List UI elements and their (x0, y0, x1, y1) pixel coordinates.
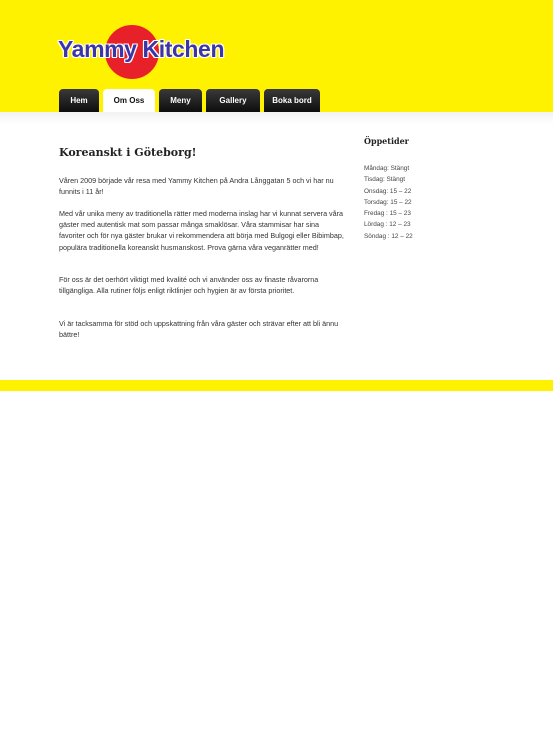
intro-paragraph: Våren 2009 började vår resa med Yammy Ki… (59, 176, 334, 197)
hours-monday: Måndag: Stängt (364, 165, 410, 172)
opening-hours-list: Måndag: Stängt Tisdag: Stängt Onsdag: 15… (364, 163, 413, 242)
nav-tab-boka-bord[interactable]: Boka bord (264, 89, 320, 112)
hours-tuesday: Tisdag: Stängt (364, 176, 405, 184)
nav-tab-gallery[interactable]: Gallery (206, 89, 260, 112)
hours-saturday: Lördag : 12 – 23 (364, 221, 411, 229)
quality-paragraph: För oss är det oerhört viktigt med kvali… (59, 275, 319, 296)
opening-hours-title: Öppetider (364, 136, 409, 146)
nav-tab-hem[interactable]: Hem (59, 89, 99, 112)
hours-thursday: Torsdag: 15 – 22 (364, 198, 412, 206)
logo-text: Yammy Kitchen (58, 36, 225, 62)
thanks-paragraph: Vi är tacksamma för stöd och uppskattnin… (59, 319, 339, 340)
nav-tab-om-oss[interactable]: Om Oss (103, 89, 155, 112)
menu-paragraph: Med vår unika meny av traditionella rätt… (59, 209, 344, 252)
hours-wednesday: Onsdag: 15 – 22 (364, 187, 412, 195)
opening-hours-sidebar: Öppetider Måndag: Stängt Tisdag: Stängt … (364, 136, 484, 240)
nav-tab-meny[interactable]: Meny (159, 89, 202, 112)
header-divider (0, 112, 553, 124)
hours-friday: Fredag : 15 – 23 (364, 210, 411, 218)
page-title: Koreanskt i Göteborg! (59, 146, 197, 159)
site-logo[interactable]: Yammy Kitchen (58, 25, 224, 81)
site-footer-bar (0, 380, 553, 391)
hours-sunday: Söndag : 12 – 22 (364, 232, 413, 240)
